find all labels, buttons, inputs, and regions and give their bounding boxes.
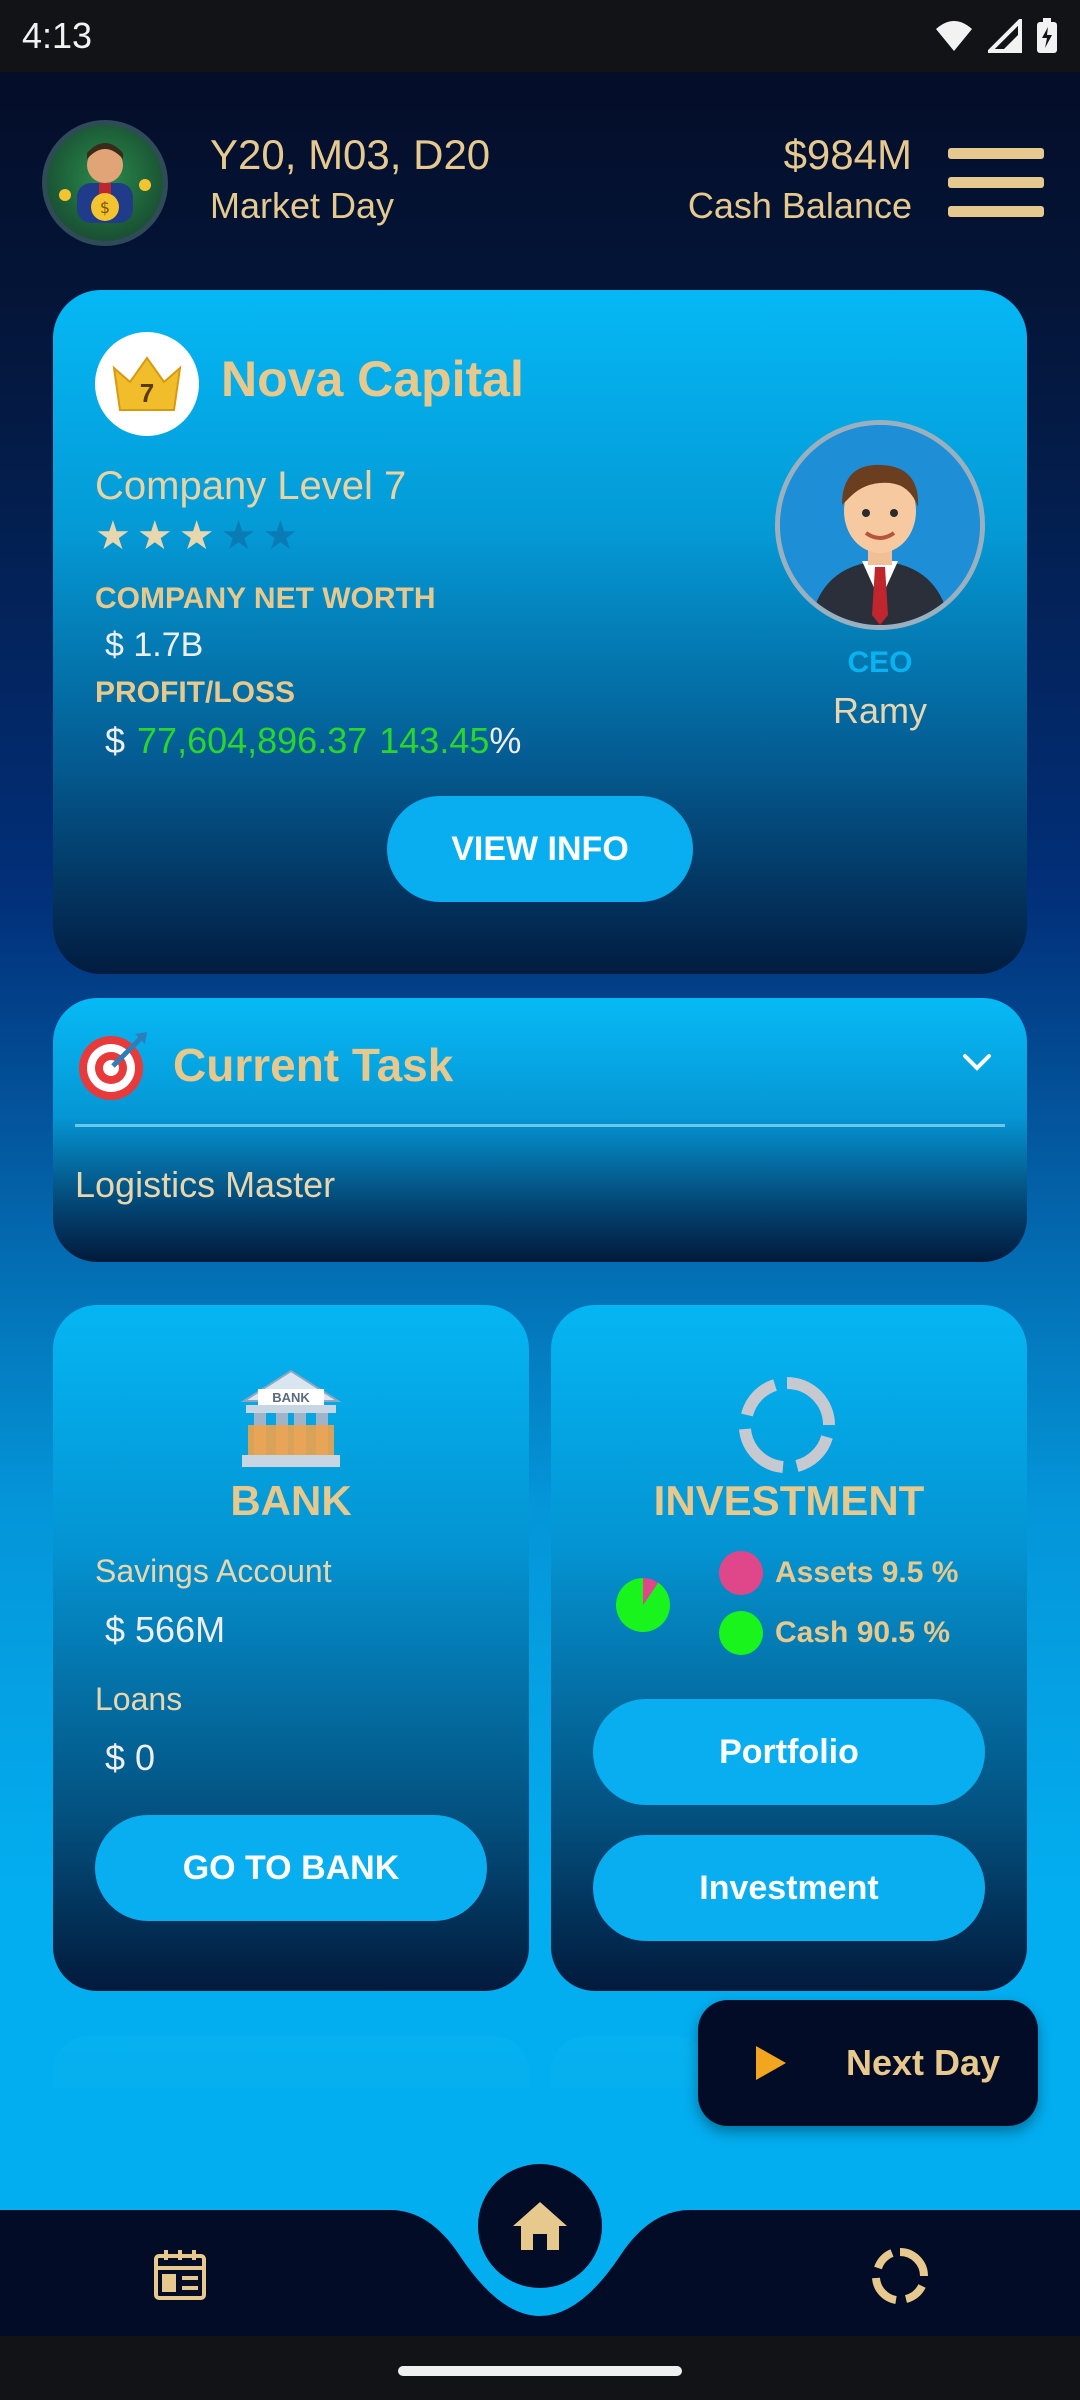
profit-loss-row: $ 77,604,896.37 143.45% <box>105 720 521 762</box>
bank-building-icon: BANK <box>240 1369 342 1467</box>
home-gesture-handle[interactable] <box>398 2366 682 2376</box>
company-name: Nova Capital <box>221 351 524 407</box>
profit-loss-percent: 143.45 <box>379 720 490 761</box>
star-icon: ★ <box>95 514 131 558</box>
current-task-name: Logistics Master <box>75 1164 336 1205</box>
next-day-button[interactable]: Next Day <box>698 2000 1038 2126</box>
cash-block: $984M Cash Balance <box>688 128 912 230</box>
cash-balance-value: $984M <box>783 131 912 178</box>
company-level: Company Level 7 <box>95 464 407 508</box>
savings-label: Savings Account <box>95 1553 332 1589</box>
net-worth-label: COMPANY NET WORTH <box>95 582 436 615</box>
cash-dot-icon <box>719 1611 763 1655</box>
tycoon-avatar-icon: $ <box>59 143 151 223</box>
calendar-icon[interactable] <box>152 2248 208 2304</box>
assets-label: Assets 9.5 % <box>775 1556 959 1589</box>
legend-cash: Cash 90.5 % <box>719 1611 950 1655</box>
star-empty-icon: ★ <box>220 514 257 558</box>
profit-loss-percent-group: 143.45% <box>379 720 521 762</box>
wifi-icon <box>936 21 972 51</box>
star-empty-icon: ★ <box>262 514 299 558</box>
status-icons <box>934 18 1058 54</box>
bank-panel: BANK BANK Savings Account $ 566M Loans $… <box>53 1305 529 1991</box>
home-icon <box>513 2202 567 2250</box>
company-stars: ★ ★ ★ ★ ★ <box>95 516 298 556</box>
chevron-down-icon[interactable] <box>957 1042 997 1082</box>
cash-balance-label: Cash Balance <box>687 185 912 226</box>
legend-assets: Assets 9.5 % <box>719 1551 958 1595</box>
profit-loss-label: PROFIT/LOSS <box>95 676 296 709</box>
percent-sign: % <box>489 720 522 761</box>
investment-nav-icon[interactable] <box>872 2248 928 2304</box>
next-card-peek <box>551 2036 711 2088</box>
star-icon: ★ <box>178 514 215 558</box>
investment-panel: INVESTMENT Assets 9.5 % Cash 90.5 % Port… <box>551 1305 1027 1991</box>
investment-ring-icon <box>739 1377 835 1473</box>
svg-text:BANK: BANK <box>272 1390 310 1405</box>
signal-icon <box>988 19 1022 53</box>
next-card-peek <box>53 2036 529 2088</box>
current-task-card[interactable]: Current Task Logistics Master <box>53 998 1027 1262</box>
star-icon: ★ <box>136 514 173 558</box>
home-button[interactable] <box>478 2164 602 2288</box>
level-badge-number: 7 <box>140 378 154 408</box>
savings-value: $ 566M <box>105 1609 226 1650</box>
bank-title: BANK <box>230 1477 352 1524</box>
hamburger-menu-icon[interactable] <box>948 148 1044 218</box>
investment-title: INVESTMENT <box>653 1477 925 1524</box>
ceo-portrait-icon <box>780 425 980 625</box>
player-avatar[interactable]: $ <box>42 120 168 246</box>
loans-value: $ 0 <box>105 1737 156 1778</box>
assets-dot-icon <box>719 1551 763 1595</box>
next-day-label: Next Day <box>846 2042 1001 2083</box>
date-block: Y20, M03, D20 Market Day <box>210 128 490 230</box>
current-task-title: Current Task <box>173 1039 454 1091</box>
svg-text:$: $ <box>100 198 110 217</box>
play-icon <box>756 2046 786 2080</box>
allocation-pie-chart <box>616 1578 670 1632</box>
system-gesture-bar <box>0 2336 1080 2400</box>
profit-loss-currency: $ <box>105 720 126 761</box>
battery-icon <box>1037 18 1057 53</box>
profit-loss-amount: 77,604,896.37 <box>137 720 368 761</box>
game-date: Y20, M03, D20 <box>210 131 491 178</box>
game-date-label: Market Day <box>210 185 395 226</box>
net-worth-value: $ 1.7B <box>105 626 204 664</box>
go-to-bank-button[interactable]: GO TO BANK <box>95 1815 487 1921</box>
company-level-badge: 7 <box>95 332 199 436</box>
crown-icon: 7 <box>112 356 182 411</box>
ceo-role: CEO <box>847 646 913 679</box>
investment-button[interactable]: Investment <box>593 1835 985 1941</box>
target-icon <box>79 1032 147 1100</box>
company-card: 7 Nova Capital Company Level 7 ★ ★ ★ ★ ★… <box>53 290 1027 974</box>
portfolio-button[interactable]: Portfolio <box>593 1699 985 1805</box>
task-divider <box>75 1124 1005 1127</box>
status-bar: 4:13 <box>0 0 1080 72</box>
status-time: 4:13 <box>22 15 93 56</box>
cash-label: Cash 90.5 % <box>775 1616 951 1649</box>
header: $ Y20, M03, D20 Market Day $984M Cash Ba… <box>0 72 1080 292</box>
ceo-name: Ramy <box>832 690 927 731</box>
ceo-avatar[interactable] <box>775 420 985 630</box>
view-info-button[interactable]: VIEW INFO <box>387 796 693 902</box>
loans-label: Loans <box>95 1681 183 1717</box>
